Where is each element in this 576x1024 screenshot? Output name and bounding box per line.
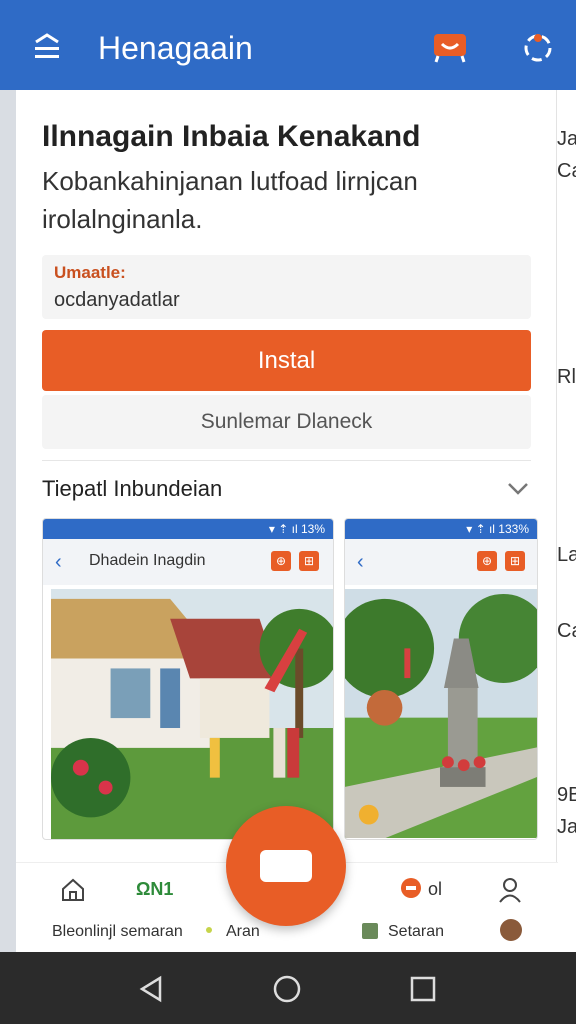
info-box: Umaatle: ocdanyadatlar [42, 255, 531, 319]
peek-text: Ja [557, 128, 576, 150]
screenshot-toolbar: ‹ Dhadein Inagdin ⊕ ⊞ [43, 539, 333, 585]
menu-icon[interactable] [32, 33, 62, 63]
profile-icon[interactable] [498, 877, 522, 903]
back-icon[interactable] [136, 974, 166, 1004]
secondary-button[interactable]: Sunlemar Dlaneck [42, 395, 531, 449]
install-button[interactable]: Instal [42, 330, 531, 391]
nav-label-1: Bleonlinjl semaran [52, 923, 183, 940]
screenshot-action-icon: ⊕ [477, 551, 497, 571]
chat-icon [260, 850, 312, 882]
system-navigation-bar [0, 952, 576, 1024]
screenshot-action-icon: ⊕ [271, 551, 291, 571]
screenshot-action-icon: ⊞ [505, 551, 525, 571]
floating-action-button[interactable] [226, 806, 346, 926]
next-card-peek: Ja Ca Rli La Ca 9B Ja [556, 90, 576, 952]
back-arrow-icon: ‹ [357, 551, 364, 573]
nav-dot [206, 927, 212, 933]
temple-shrine-photo [345, 589, 537, 839]
peek-text: Rli [557, 366, 576, 388]
screenshot-title: Dhadein Inagdin [89, 552, 206, 569]
nav-label-2: Aran [226, 923, 260, 940]
nav-tab-3[interactable]: ol [428, 879, 442, 900]
village-house-photo [51, 589, 333, 839]
store-icon[interactable] [432, 30, 468, 64]
chevron-down-icon[interactable] [506, 478, 530, 498]
peek-text: Ca [557, 160, 576, 182]
app-description: Kobankahinjanan lutfoad lirnjcan irolaln… [42, 166, 418, 234]
nav-tab-2[interactable]: ΩN1 [136, 879, 173, 900]
screenshot-toolbar: ‹ ⊕ ⊞ [345, 539, 537, 585]
divider [42, 460, 531, 461]
screenshot-status-bar: ▾ ⇡ ıl 133% [345, 519, 537, 539]
recents-icon[interactable] [408, 974, 438, 1004]
app-bar-title: Henagaain [98, 30, 253, 66]
back-arrow-icon: ‹ [55, 551, 62, 573]
info-label: Umaatle: [54, 263, 126, 282]
nav-label-3: Setaran [388, 923, 445, 940]
nav-badge-icon[interactable] [400, 877, 422, 899]
peek-text: 9B [557, 784, 576, 806]
screenshot-status-bar: ▾ ⇡ ıl 13% [43, 519, 333, 539]
section-title: Tiepatl Inbundeian [42, 476, 223, 501]
share-icon[interactable] [520, 30, 556, 66]
peek-text: Ca [557, 620, 576, 642]
screenshot-card-1[interactable]: ▾ ⇡ ıl 13% ‹ Dhadein Inagdin ⊕ ⊞ [42, 518, 334, 840]
screenshot-action-icon: ⊞ [299, 551, 319, 571]
app-title: Ilnnagain Inbaia Kenakand [42, 120, 421, 153]
peek-text: La [557, 544, 576, 566]
nav-label-icon [362, 923, 378, 939]
screenshot-card-2[interactable]: ▾ ⇡ ıl 133% ‹ ⊕ ⊞ [344, 518, 538, 840]
info-value: ocdanyadatlar [54, 289, 180, 311]
app-bar: Henagaain [0, 0, 576, 90]
home-icon[interactable] [60, 877, 86, 903]
peek-text: Ja [557, 816, 576, 838]
home-button-icon[interactable] [272, 974, 302, 1004]
avatar[interactable] [500, 919, 522, 941]
